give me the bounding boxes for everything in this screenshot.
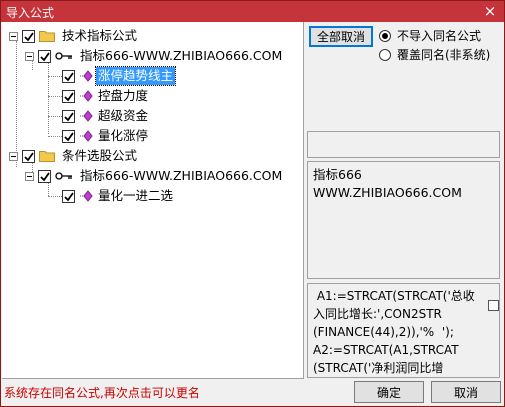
tree-item-formula[interactable]: 量化一进二选 <box>62 186 175 206</box>
tree-line <box>48 196 62 197</box>
check-icon <box>40 171 50 181</box>
import-formula-dialog: 导入公式 × 技术指标公式 指标666-WWW.ZHIBIAO666.COM 涨… <box>0 0 505 407</box>
tree-node-stock-screening[interactable]: 条件选股公式 <box>9 146 139 166</box>
collapse-toggle[interactable] <box>25 51 34 61</box>
checkbox[interactable] <box>62 129 75 143</box>
formula-gem-icon <box>80 70 93 82</box>
formula-source-text: A1:=STRCAT(STRCAT('总收 入同比增长:',CON2STR (F… <box>313 289 475 375</box>
ok-button[interactable]: 确定 <box>354 381 424 403</box>
tree-node-zhibiao666[interactable]: 指标666-WWW.ZHIBIAO666.COM <box>25 166 284 186</box>
tree-line <box>48 96 62 97</box>
preview-strip <box>307 131 500 158</box>
checkbox[interactable] <box>62 109 75 123</box>
radio-overwrite-duplicates[interactable]: 覆盖同名(非系统) <box>379 46 490 63</box>
check-icon <box>40 51 50 61</box>
formula-gem-icon <box>80 130 93 142</box>
formula-gem-icon <box>80 190 93 202</box>
formula-source-box[interactable]: A1:=STRCAT(STRCAT('总收 入同比增长:',CON2STR (F… <box>307 283 500 378</box>
radio-button[interactable] <box>379 48 391 61</box>
tree-item-formula[interactable]: 控盘力度 <box>62 86 150 106</box>
tree-node-technical-indicators[interactable]: 技术指标公式 <box>9 26 139 46</box>
tree-item-formula[interactable]: 量化涨停 <box>62 126 150 146</box>
tree-line <box>48 116 62 117</box>
formula-tree[interactable]: 技术指标公式 指标666-WWW.ZHIBIAO666.COM 涨停趋势线主 控… <box>2 22 304 379</box>
collapse-toggle[interactable] <box>25 171 34 181</box>
tree-node-zhibiao666[interactable]: 指标666-WWW.ZHIBIAO666.COM <box>25 46 284 66</box>
checkbox[interactable] <box>38 49 51 63</box>
key-icon <box>55 52 72 60</box>
formula-gem-icon <box>80 110 93 122</box>
window-title: 导入公式 <box>6 6 55 20</box>
tree-node-label: 指标666-WWW.ZHIBIAO666.COM <box>80 168 283 183</box>
checkbox[interactable] <box>62 69 75 83</box>
check-icon <box>64 111 74 121</box>
formula-description-box: 指标666 WWW.ZHIBIAO666.COM <box>307 161 500 279</box>
formula-gem-icon <box>80 90 93 102</box>
checkbox[interactable] <box>62 189 75 203</box>
tree-line <box>48 62 49 134</box>
tree-item-formula[interactable]: 涨停趋势线主 <box>62 66 177 86</box>
tree-line <box>48 76 62 77</box>
check-icon <box>64 71 74 81</box>
tree-item-label: 涨停趋势线主 <box>94 66 177 86</box>
check-icon <box>64 131 74 141</box>
status-message: 系统存在同名公式,再次点击可以更名 <box>4 386 200 400</box>
checkbox[interactable] <box>38 169 51 183</box>
key-icon <box>55 172 72 180</box>
folder-icon <box>39 31 55 42</box>
tree-node-label: 条件选股公式 <box>62 148 138 163</box>
tree-item-label: 超级资金 <box>98 108 149 123</box>
folder-icon <box>39 151 55 162</box>
check-icon <box>24 31 34 41</box>
formula-source-checkbox[interactable] <box>488 300 499 311</box>
tree-node-label: 指标666-WWW.ZHIBIAO666.COM <box>80 48 283 63</box>
check-icon <box>64 91 74 101</box>
title-bar[interactable]: 导入公式 × <box>1 1 504 22</box>
checkbox[interactable] <box>22 29 35 43</box>
deselect-all-button[interactable]: 全部取消 <box>309 26 373 47</box>
radio-skip-duplicates[interactable]: 不导入同名公式 <box>379 27 481 44</box>
tree-item-label: 量化涨停 <box>98 128 149 143</box>
cancel-button[interactable]: 取消 <box>431 381 501 403</box>
check-icon <box>64 191 74 201</box>
formula-description: 指标666 WWW.ZHIBIAO666.COM <box>313 167 462 200</box>
close-icon[interactable]: × <box>482 3 498 19</box>
checkbox[interactable] <box>22 149 35 163</box>
collapse-toggle[interactable] <box>9 31 18 41</box>
tree-item-label: 量化一进二选 <box>98 188 174 203</box>
radio-button[interactable] <box>379 29 391 42</box>
tree-item-label: 控盘力度 <box>98 88 149 103</box>
tree-node-label: 技术指标公式 <box>62 28 138 43</box>
collapse-toggle[interactable] <box>9 151 18 161</box>
checkbox[interactable] <box>62 89 75 103</box>
tree-line <box>48 136 62 137</box>
tree-item-formula[interactable]: 超级资金 <box>62 106 150 126</box>
check-icon <box>24 151 34 161</box>
radio-label: 覆盖同名(非系统) <box>397 48 491 62</box>
radio-label: 不导入同名公式 <box>397 29 482 43</box>
